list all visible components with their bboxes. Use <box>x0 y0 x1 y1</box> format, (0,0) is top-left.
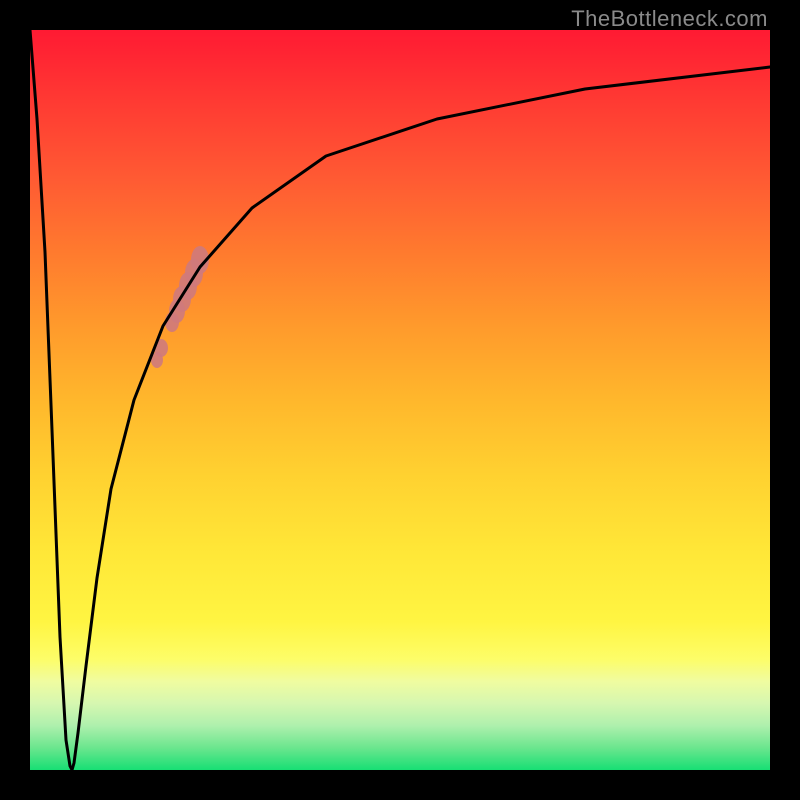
attribution-watermark: TheBottleneck.com <box>571 6 768 32</box>
chart-svg <box>30 30 770 770</box>
highlight-dot <box>151 352 163 368</box>
highlight-dot <box>165 312 179 332</box>
plot-gradient-background <box>30 30 770 770</box>
highlight-dot <box>173 286 191 312</box>
highlight-dot <box>169 299 185 323</box>
highlight-dot <box>191 246 209 274</box>
highlight-dot <box>179 272 197 300</box>
bottleneck-curve-path <box>30 30 770 770</box>
highlight-dot <box>185 259 203 287</box>
highlight-blob-group <box>151 246 209 368</box>
chart-frame: TheBottleneck.com <box>0 0 800 800</box>
highlight-dot <box>154 339 168 357</box>
